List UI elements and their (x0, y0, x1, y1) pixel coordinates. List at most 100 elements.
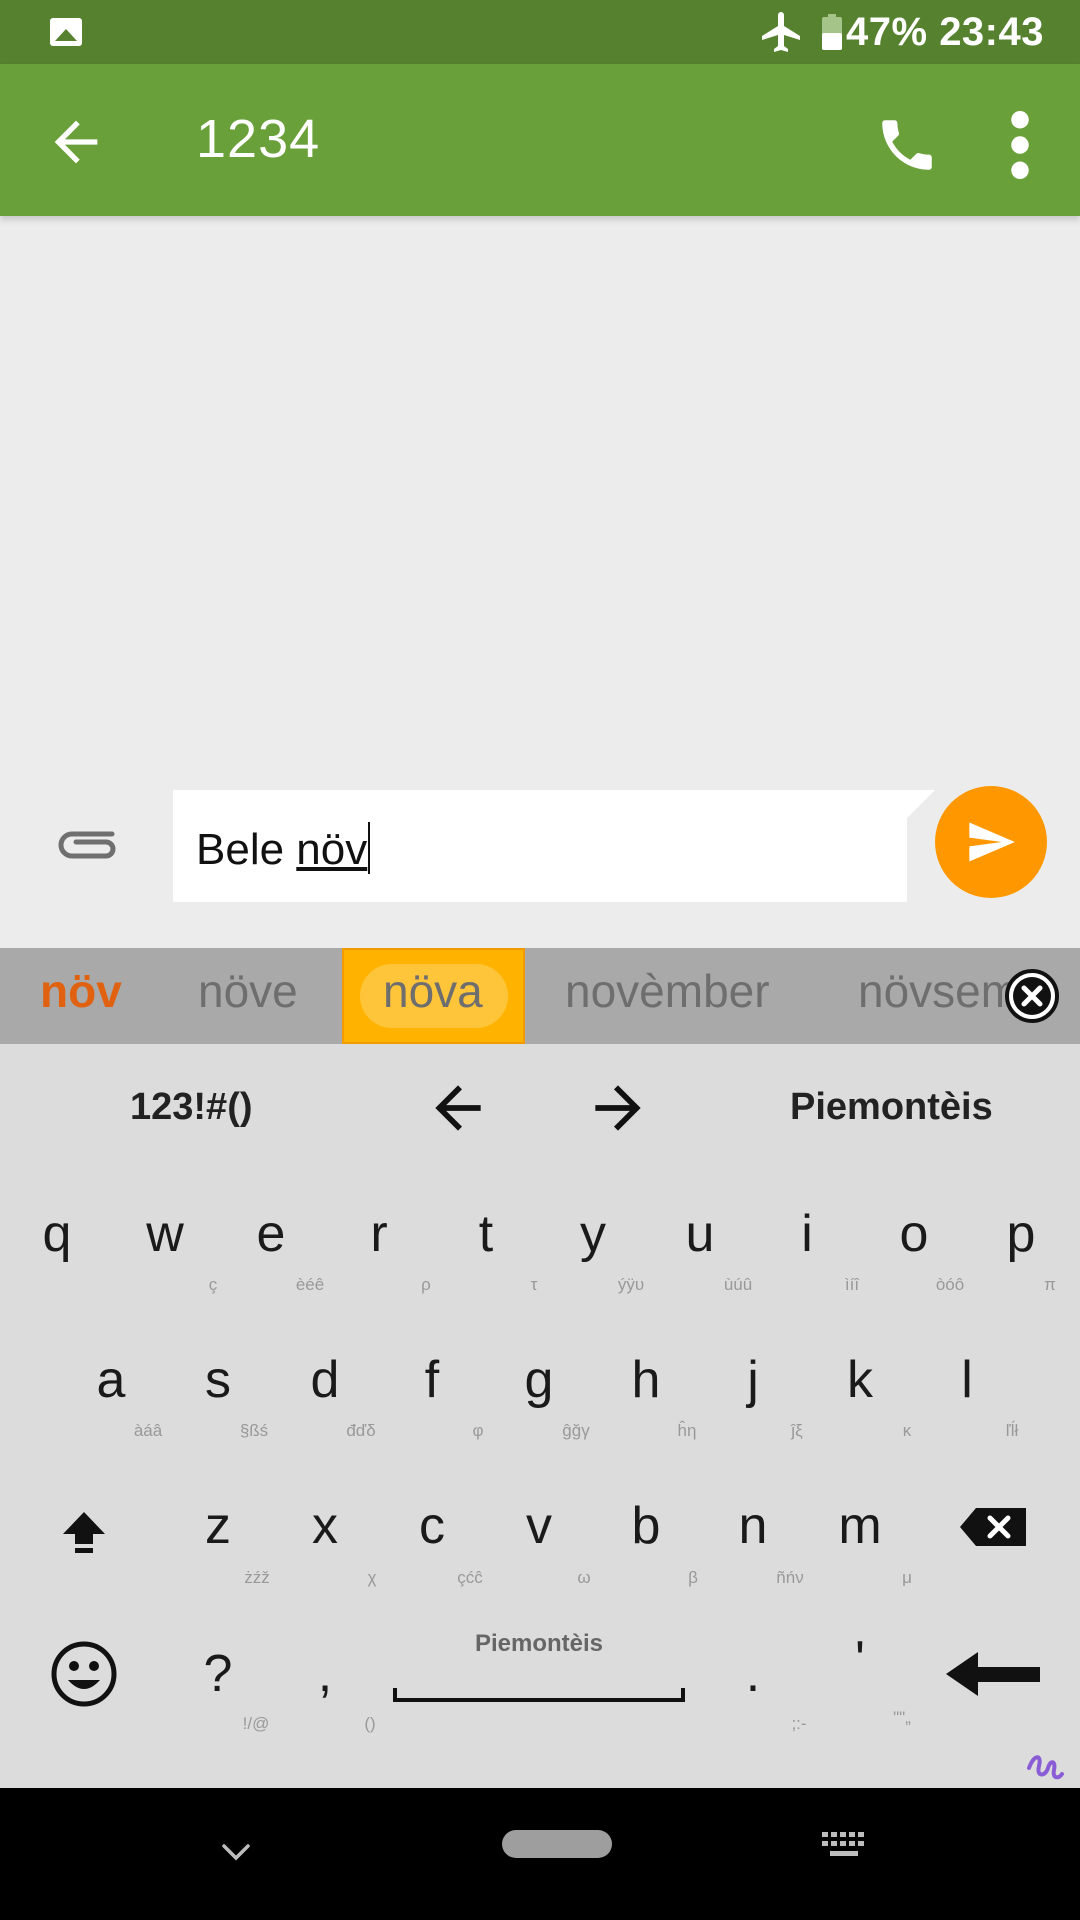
space-key[interactable]: Piemontèis (392, 1624, 686, 1724)
key-hint: ýÿυ (617, 1275, 645, 1294)
key-hint: μ (902, 1568, 912, 1587)
key-question[interactable]: ? (178, 1644, 258, 1704)
key-h[interactable]: h (606, 1350, 686, 1410)
key-j[interactable]: j (713, 1350, 793, 1410)
suggestion-item[interactable]: növe (198, 964, 298, 1018)
key-hint: àáâ (133, 1421, 163, 1440)
key-comma[interactable]: , (285, 1644, 365, 1704)
shift-icon[interactable] (58, 1506, 110, 1558)
key-d[interactable]: d (285, 1350, 365, 1410)
send-button[interactable] (935, 786, 1047, 898)
phone-icon[interactable] (874, 112, 940, 178)
key-hint: çćĉ (457, 1568, 483, 1587)
cursor-left-icon[interactable] (424, 1074, 492, 1142)
key-hint: τ (530, 1275, 538, 1294)
key-hint: ω (577, 1568, 591, 1587)
conversation-title: 1234 (196, 109, 321, 169)
text-cursor (368, 822, 371, 874)
key-hint: ""„ (893, 1708, 911, 1727)
message-input-corner (907, 790, 935, 818)
message-input-text[interactable]: Bele növ (196, 822, 371, 875)
key-y[interactable]: y (553, 1204, 633, 1264)
key-v[interactable]: v (499, 1496, 579, 1556)
key-hint: ç (208, 1275, 218, 1294)
key-hint: ìíî (844, 1275, 860, 1294)
nav-keyboard-switch-icon[interactable] (820, 1830, 868, 1860)
key-x[interactable]: x (285, 1496, 365, 1556)
airplane-mode-icon (762, 12, 800, 52)
key-i[interactable]: i (767, 1204, 847, 1264)
more-vert-icon[interactable] (998, 110, 1042, 180)
key-hint: ùúû (723, 1275, 753, 1294)
key-f[interactable]: f (392, 1350, 472, 1410)
key-n[interactable]: n (713, 1496, 793, 1556)
send-icon (969, 822, 1015, 862)
key-hint: χ (367, 1568, 377, 1587)
message-plain-text: Bele (196, 825, 297, 874)
key-z[interactable]: z (178, 1496, 258, 1556)
app-bar: 1234 (0, 64, 1080, 216)
message-composing-text: növ (296, 825, 368, 874)
key-hint: !/@ (242, 1714, 270, 1733)
key-t[interactable]: t (446, 1204, 526, 1264)
key-period[interactable]: . (713, 1644, 793, 1704)
close-suggestions-icon[interactable] (1004, 968, 1060, 1024)
enter-icon[interactable] (944, 1648, 1042, 1700)
key-r[interactable]: r (339, 1204, 419, 1264)
key-s[interactable]: s (178, 1350, 258, 1410)
key-o[interactable]: o (874, 1204, 954, 1264)
key-c[interactable]: c (392, 1496, 472, 1556)
key-g[interactable]: g (499, 1350, 579, 1410)
key-hint: èéê (295, 1275, 325, 1294)
key-hint: żźž (244, 1568, 270, 1587)
key-q[interactable]: q (17, 1204, 97, 1264)
paperclip-icon[interactable] (52, 820, 122, 870)
image-notification-icon (50, 18, 82, 46)
space-bar-icon (393, 1688, 685, 1702)
key-l[interactable]: l (927, 1350, 1007, 1410)
key-hint: ľĺł (1005, 1421, 1019, 1440)
cursor-right-icon[interactable] (584, 1074, 652, 1142)
key-m[interactable]: m (820, 1496, 900, 1556)
suggestion-item[interactable]: növsem (858, 964, 1019, 1018)
suggestion-bar: növ növe növa novèmber növsem (0, 948, 1080, 1044)
swype-logo-icon[interactable] (1024, 1746, 1064, 1786)
battery-icon (822, 14, 842, 50)
key-hint: π (1044, 1275, 1056, 1294)
symbols-key[interactable]: 123!#() (130, 1086, 253, 1129)
suggestion-item[interactable]: novèmber (565, 964, 770, 1018)
space-key-label: Piemontèis (474, 1630, 604, 1657)
key-p[interactable]: p (981, 1204, 1061, 1264)
backspace-icon[interactable] (958, 1506, 1028, 1548)
navigation-bar (0, 1788, 1080, 1920)
key-hint: κ (902, 1421, 912, 1440)
key-e[interactable]: e (231, 1204, 311, 1264)
suggestion-typed[interactable]: növ (40, 964, 122, 1018)
key-b[interactable]: b (606, 1496, 686, 1556)
key-u[interactable]: u (660, 1204, 740, 1264)
suggestion-item-selected[interactable]: növa (383, 964, 483, 1018)
key-k[interactable]: k (820, 1350, 900, 1410)
key-hint: ñńν (776, 1568, 804, 1587)
back-arrow-icon[interactable] (44, 110, 108, 174)
key-hint: §ßś (239, 1421, 269, 1440)
key-a[interactable]: a (71, 1350, 151, 1410)
message-list[interactable] (0, 216, 1080, 776)
key-hint: ĥη (677, 1421, 697, 1440)
key-hint: ĵξ (791, 1421, 803, 1440)
key-hint: φ (472, 1421, 484, 1440)
language-key[interactable]: Piemontèis (790, 1086, 993, 1129)
battery-percentage: 47% (846, 10, 928, 54)
emoji-icon[interactable] (50, 1640, 118, 1708)
key-hint: òóô (935, 1275, 965, 1294)
key-hint: β (688, 1568, 698, 1587)
status-bar: 47% 23:43 (0, 0, 1080, 64)
key-hint: ;:- (791, 1714, 807, 1733)
key-hint: đďδ (346, 1421, 376, 1440)
key-w[interactable]: w (125, 1204, 205, 1264)
nav-hide-keyboard-icon[interactable] (216, 1832, 256, 1872)
key-apostrophe[interactable]: ' (820, 1630, 900, 1690)
clock: 23:43 (939, 10, 1044, 54)
keyboard: 123!#() Piemontèis q w e r t y u i o p ç… (0, 1044, 1080, 1788)
nav-home-pill[interactable] (502, 1830, 612, 1858)
